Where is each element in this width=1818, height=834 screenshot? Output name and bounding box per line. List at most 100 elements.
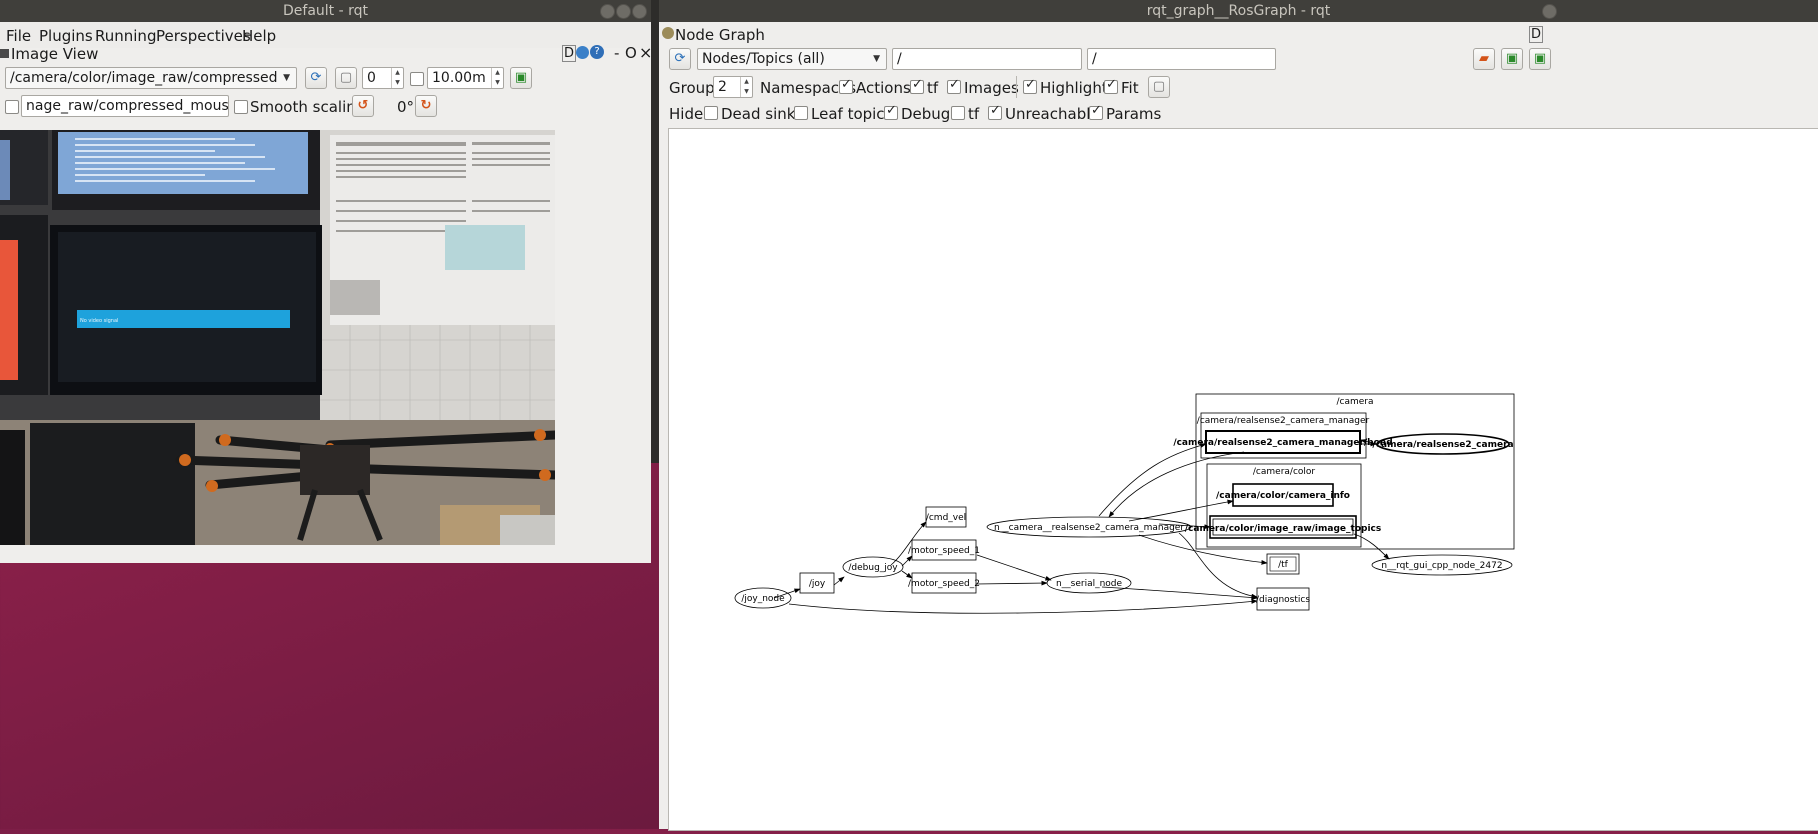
unreachable-checkbox[interactable] — [988, 103, 1002, 120]
params-label: Params — [1106, 105, 1162, 123]
node-camera-manager-label: n__camera__realsense2_camera_manager — [994, 523, 1184, 533]
node-graph-title: Node Graph — [675, 26, 765, 44]
help-icon[interactable]: ? — [590, 45, 604, 59]
no-signal-text: No video signal — [80, 318, 118, 324]
debug-label: Debug — [901, 105, 951, 123]
left-window-titlebar[interactable]: Default - rqt — [0, 0, 651, 22]
right-window-title: rqt_graph__RosGraph - rqt — [1146, 3, 1331, 19]
minimize-button[interactable] — [600, 4, 615, 19]
reload-icon[interactable] — [576, 46, 589, 59]
mouse-topic-field[interactable]: nage_raw/compressed_mouse_left — [21, 95, 229, 117]
images-label: Images — [964, 79, 1019, 97]
graph-node-realsense-camera[interactable]: /camera/realsense2_camera — [1372, 433, 1514, 455]
save-image-button[interactable]: ▢ — [335, 67, 357, 89]
topic-selector[interactable]: /camera/color/image_raw/compressed ▼ — [5, 67, 297, 89]
graph-node-rqt-gui[interactable]: n__rqt_gui_cpp_node_2472 — [1371, 554, 1513, 576]
params-checkbox[interactable] — [1089, 103, 1103, 120]
fit-label: Fit — [1121, 79, 1139, 97]
camera-image[interactable]: No video signal — [0, 130, 555, 545]
left-window: File Plugins Running Perspectives Help I… — [0, 22, 652, 563]
graph-canvas[interactable]: /camera /camera/realsense2_camera_manage… — [668, 128, 1818, 831]
right-window: Node Graph D ⟳ Nodes/Topics (all) ▼ / / … — [659, 22, 1818, 831]
minimize-plugin-button[interactable]: - — [614, 44, 619, 62]
topic-filter-input[interactable]: / — [1087, 48, 1276, 70]
spin-arrows-icon[interactable]: ▲ ▼ — [391, 68, 403, 88]
duration-spinbox[interactable]: 10.00m ▲ ▼ — [427, 67, 504, 89]
rotate-left-button[interactable]: ↺ — [352, 95, 374, 117]
plugin-icon — [662, 27, 674, 39]
graph-node-serial-node[interactable]: n__serial_node — [1046, 572, 1132, 594]
load-dot-button[interactable]: ▰ — [1473, 48, 1495, 70]
node-graph-header: Node Graph D — [659, 24, 1818, 44]
dead-sinks-checkbox[interactable] — [704, 106, 718, 120]
spin-value: 0 — [367, 70, 376, 86]
cluster-manager-label: /camera/realsense2_camera_manager — [1197, 416, 1370, 426]
dock-button[interactable]: D — [562, 45, 577, 62]
close-button[interactable] — [632, 4, 647, 19]
node-serial-node-label: n__serial_node — [1056, 579, 1123, 589]
chevron-down-icon: ▼ — [873, 54, 880, 64]
timeout-spinbox[interactable]: 0 ▲ ▼ — [362, 67, 404, 89]
tf-hide-checkbox[interactable] — [951, 106, 965, 120]
fit-image-button[interactable]: ▣ — [510, 67, 532, 89]
graph-node-cmd-vel[interactable]: /cmd_vel — [925, 506, 967, 528]
graph-node-debug-joy[interactable]: /debug_joy — [842, 556, 904, 578]
rotation-label: 0° — [397, 98, 415, 116]
node-motor-speed-1-label: /motor_speed_1 — [908, 546, 980, 556]
right-minimize-button[interactable] — [1542, 4, 1557, 19]
graph-node-camera-manager[interactable]: n__camera__realsense2_camera_manager — [986, 516, 1192, 538]
left-window-title: Default - rqt — [283, 3, 368, 19]
float-plugin-button[interactable]: O — [625, 44, 637, 62]
group-arrows-icon[interactable]: ▲ ▼ — [740, 77, 752, 97]
right-window-titlebar[interactable]: rqt_graph__RosGraph - rqt — [659, 0, 1818, 22]
actions-label: Actions — [856, 79, 911, 97]
highlight-label: Highlight — [1040, 79, 1108, 97]
dock-button[interactable]: D — [1529, 26, 1544, 43]
node-joy-node-label: /joy_node — [741, 594, 785, 604]
hide-label: Hide: — [669, 105, 709, 123]
images-checkbox[interactable] — [947, 77, 961, 94]
graph-node-diagnostics[interactable]: /diagnostics — [1256, 587, 1310, 611]
namespaces-checkbox[interactable] — [839, 77, 853, 94]
graph-node-camera-info[interactable]: /camera/color/camera_info — [1216, 483, 1350, 507]
node-realsense-camera-label: /camera/realsense2_camera — [1372, 440, 1513, 450]
highlight-checkbox[interactable] — [1023, 77, 1037, 94]
refresh-graph-button[interactable]: ⟳ — [669, 48, 691, 70]
leaf-topics-checkbox[interactable] — [794, 106, 808, 120]
node-motor-speed-2-label: /motor_speed_2 — [908, 579, 980, 589]
save-dot-button[interactable]: ▣ — [1501, 48, 1523, 70]
tf-group-checkbox[interactable] — [910, 77, 924, 94]
mouse-topic-value: nage_raw/compressed_mouse_left — [26, 98, 229, 114]
image-view-header: Image View D ? - O × — [0, 43, 652, 65]
duration-checkbox[interactable] — [410, 72, 424, 86]
graph-node-joy[interactable]: /joy — [799, 572, 835, 594]
debug-checkbox[interactable] — [884, 103, 898, 120]
unreachable-label: Unreachable — [1005, 105, 1100, 123]
graph-node-motor-speed-2[interactable]: /motor_speed_2 — [908, 572, 980, 594]
graph-node-image-topics[interactable]: /camera/color/image_raw/image_topics — [1185, 515, 1381, 539]
node-diagnostics-label: /diagnostics — [1256, 595, 1310, 605]
graph-node-bond[interactable]: /camera/realsense2_camera_manager/bond — [1173, 430, 1393, 454]
group-spinbox[interactable]: 2 ▲ ▼ — [713, 76, 753, 98]
smooth-scaling-checkbox[interactable] — [234, 100, 248, 114]
cluster-camera-label: /camera — [1336, 397, 1373, 407]
rotate-right-button[interactable]: ↻ — [415, 95, 437, 117]
node-tf-label: /tf — [1278, 560, 1289, 570]
node-filter-input[interactable]: / — [892, 48, 1082, 70]
fit-view-button[interactable]: ▢ — [1148, 76, 1170, 98]
graph-mode-selector[interactable]: Nodes/Topics (all) ▼ — [697, 48, 887, 70]
leaf-topics-label: Leaf topics — [811, 105, 893, 123]
maximize-button[interactable] — [616, 4, 631, 19]
graph-node-tf[interactable]: /tf — [1266, 553, 1300, 575]
duration-arrows-icon[interactable]: ▲ ▼ — [491, 68, 503, 88]
graph-node-motor-speed-1[interactable]: /motor_speed_1 — [908, 539, 980, 561]
save-svg-button[interactable]: ▣ — [1529, 48, 1551, 70]
mouse-publish-checkbox[interactable] — [5, 100, 19, 114]
graph-node-joy-node[interactable]: /joy_node — [734, 587, 792, 609]
tf-group-label: tf — [927, 79, 939, 97]
graph-mode-value: Nodes/Topics (all) — [702, 51, 825, 67]
node-image-topics-label: /camera/color/image_raw/image_topics — [1185, 524, 1381, 534]
fit-checkbox[interactable] — [1104, 77, 1118, 94]
refresh-button[interactable]: ⟳ — [305, 67, 327, 89]
node-cmd-vel-label: /cmd_vel — [926, 513, 966, 523]
